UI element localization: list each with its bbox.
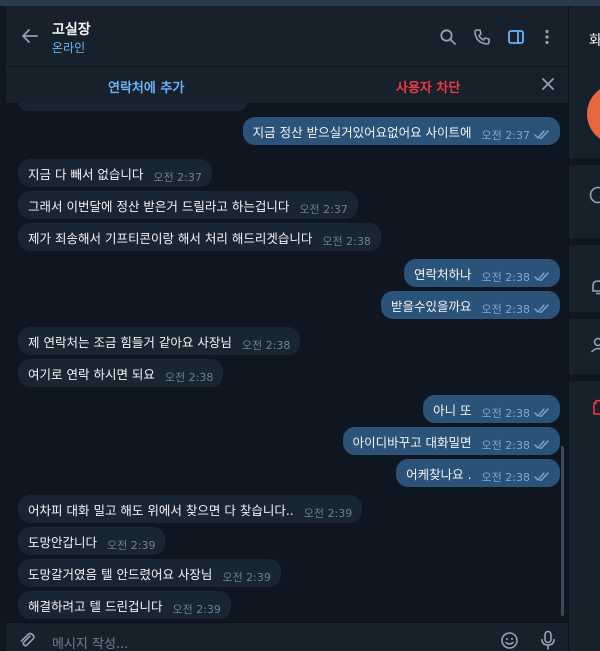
incoming-message[interactable]: 그래서 이번달에 정산 받은거 드릴라고 하는겁니다 오전 2:37 xyxy=(18,191,358,219)
emoji-icon[interactable] xyxy=(500,631,519,650)
message-text: 그래서 이번달에 정산 받은거 드릴라고 하는겁니다 xyxy=(28,198,290,214)
side-divider xyxy=(569,374,600,381)
side-divider xyxy=(569,238,600,245)
side-panel-title: 화 xyxy=(589,30,600,50)
close-icon[interactable] xyxy=(540,76,556,92)
incoming-message[interactable]: 도망갈거였음 텔 안드렸어요 사장님 오전 2:39 xyxy=(18,559,281,587)
double-check-icon xyxy=(534,440,549,450)
double-check-icon xyxy=(534,408,549,418)
message-text: 도망안갑니다 xyxy=(28,534,98,550)
message-time: 오전 2:37 xyxy=(153,171,202,184)
message-input[interactable]: 메시지 작성... xyxy=(52,633,128,651)
incoming-message[interactable]: 어차피 대화 밀고 해도 위에서 찾으면 다 찾습니다.. 오전 2:39 xyxy=(18,495,363,523)
message-text: 지금 정산 받으실거있어요없어요 사이트에 xyxy=(252,124,472,140)
message-text: 제 연락처는 조금 힘들거 같아요 사장님 xyxy=(28,334,232,350)
message-time: 오전 2:37 xyxy=(299,203,348,216)
message-time: 오전 2:38 xyxy=(481,471,530,484)
arrow-left-icon[interactable] xyxy=(20,26,40,46)
phone-icon[interactable] xyxy=(473,28,491,46)
message-bubble-cutoff xyxy=(18,103,248,111)
add-contact-button[interactable]: 연락처에 추가 xyxy=(108,77,184,96)
double-check-icon xyxy=(534,304,549,314)
message-text: 지금 다 빼서 없습니다 xyxy=(28,166,144,182)
message-text: 연락처하나 xyxy=(414,266,472,282)
search-icon[interactable] xyxy=(439,28,457,46)
block-hand-icon[interactable] xyxy=(589,398,600,416)
message-text: 여기로 연락 하시면 되요 xyxy=(28,366,155,382)
message-time: 오전 2:38 xyxy=(481,439,530,452)
message-text: 아이디바꾸고 대화밀면 xyxy=(352,434,472,450)
incoming-message[interactable]: 제가 죄송해서 기프티콘이랑 해서 처리 해드리겟습니다 오전 2:38 xyxy=(18,223,381,251)
chat-pane: 고실장 온라인 연락처에 추가 사용자 차단 지금 정산 받으실거있어요없어요 … xyxy=(6,6,568,651)
incoming-message[interactable]: 제 연락처는 조금 힘들거 같아요 사장님 오전 2:38 xyxy=(18,327,301,355)
microphone-icon[interactable] xyxy=(540,630,556,650)
message-time: 오전 2:39 xyxy=(303,507,353,520)
outgoing-message[interactable]: 받을수있을까요 오전 2:38 xyxy=(381,291,560,319)
message-text: 제가 죄송해서 기프티콘이랑 해서 처리 해드리겟습니다 xyxy=(28,230,313,246)
message-text: 해결하려고 텔 드린겁니다 xyxy=(28,598,163,614)
message-time: 오전 2:38 xyxy=(481,407,530,420)
message-time: 오전 2:38 xyxy=(322,235,371,248)
outgoing-message[interactable]: 어케찾나요 . 오전 2:38 xyxy=(396,459,560,487)
bell-icon[interactable] xyxy=(589,278,600,296)
message-time: 오전 2:38 xyxy=(481,303,530,316)
contact-action-bar: 연락처에 추가 사용자 차단 xyxy=(6,67,568,104)
paperclip-icon[interactable] xyxy=(18,631,36,649)
message-list[interactable]: 지금 정산 받으실거있어요없어요 사이트에 오전 2:37 지금 다 빼서 없습니다… xyxy=(6,103,568,622)
incoming-message[interactable]: 지금 다 빼서 없습니다 오전 2:37 xyxy=(18,159,212,187)
outgoing-message[interactable]: 연락처하나 오전 2:38 xyxy=(404,259,560,287)
more-vertical-icon[interactable] xyxy=(538,28,556,46)
profile-side-panel: 화 xyxy=(568,6,600,651)
message-time: 오전 2:37 xyxy=(481,129,530,142)
message-time: 오전 2:38 xyxy=(164,371,214,384)
incoming-message[interactable]: 여기로 연락 하시면 되요 오전 2:38 xyxy=(18,359,224,387)
chat-header: 고실장 온라인 xyxy=(6,6,568,67)
outgoing-message[interactable]: 아니 또 오전 2:38 xyxy=(423,395,560,423)
incoming-message[interactable]: 도망안갑니다 오전 2:39 xyxy=(18,527,166,555)
message-time: 오전 2:39 xyxy=(172,603,221,616)
message-time: 오전 2:39 xyxy=(107,539,156,552)
avatar[interactable] xyxy=(587,84,600,144)
incoming-message[interactable]: 해결하려고 텔 드린겁니다 오전 2:39 xyxy=(18,591,231,619)
message-text: 도망갈거였음 텔 안드렸어요 사장님 xyxy=(28,566,213,582)
double-check-icon xyxy=(534,130,549,140)
outgoing-message[interactable]: 아이디바꾸고 대화밀면 오전 2:38 xyxy=(342,427,560,455)
message-text: 어차피 대화 밀고 해도 위에서 찾으면 다 찾습니다.. xyxy=(28,502,294,518)
info-icon xyxy=(589,186,600,204)
chat-status: 온라인 xyxy=(52,41,86,55)
message-text: 아니 또 xyxy=(433,402,472,418)
message-input-bar: 메시지 작성... xyxy=(6,622,568,651)
side-divider xyxy=(569,312,600,319)
telegram-window: 고실장 온라인 연락처에 추가 사용자 차단 지금 정산 받으실거있어요없어요 … xyxy=(0,0,600,651)
outgoing-message[interactable]: 지금 정산 받으실거있어요없어요 사이트에 오전 2:37 xyxy=(242,117,560,145)
message-time: 오전 2:38 xyxy=(241,339,291,352)
double-check-icon xyxy=(534,272,549,282)
sidebar-toggle-icon[interactable] xyxy=(507,28,525,46)
double-check-icon xyxy=(534,472,549,482)
message-text: 어케찾나요 . xyxy=(406,466,472,482)
block-user-button[interactable]: 사용자 차단 xyxy=(396,77,460,96)
message-time: 오전 2:39 xyxy=(222,571,271,584)
chat-title[interactable]: 고실장 xyxy=(52,19,91,39)
user-icon[interactable] xyxy=(589,336,600,354)
message-text: 받을수있을까요 xyxy=(391,298,472,314)
message-time: 오전 2:38 xyxy=(481,271,530,284)
side-divider xyxy=(569,158,600,165)
message-scrollbar[interactable] xyxy=(561,446,564,616)
